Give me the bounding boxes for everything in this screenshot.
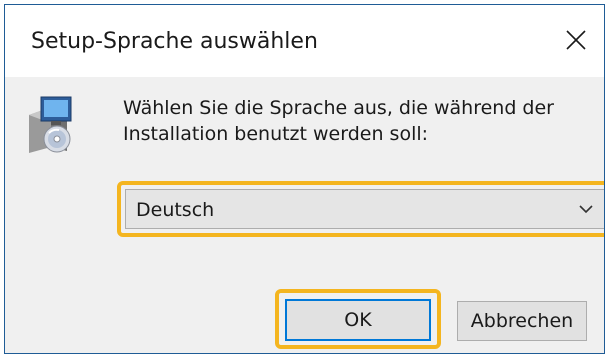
ok-button[interactable]: OK bbox=[285, 299, 431, 341]
instruction-text: Wählen Sie die Sprache aus, die während … bbox=[123, 95, 593, 147]
close-icon bbox=[566, 30, 586, 50]
instruction-line-1: Wählen Sie die Sprache aus, die während … bbox=[123, 97, 554, 119]
close-button[interactable] bbox=[548, 5, 604, 77]
cancel-button[interactable]: Abbrechen bbox=[457, 301, 587, 341]
language-select-value: Deutsch bbox=[136, 199, 215, 221]
title-bar: Setup-Sprache auswählen bbox=[5, 5, 604, 77]
language-select[interactable]: Deutsch bbox=[125, 189, 604, 229]
window-title: Setup-Sprache auswählen bbox=[31, 29, 318, 54]
setup-installer-icon bbox=[23, 95, 79, 157]
instruction-line-2: Installation benutzt werden soll: bbox=[123, 123, 429, 145]
chevron-down-icon bbox=[579, 205, 593, 214]
setup-language-dialog: Setup-Sprache auswählen Wählen Sie die S… bbox=[4, 4, 605, 354]
